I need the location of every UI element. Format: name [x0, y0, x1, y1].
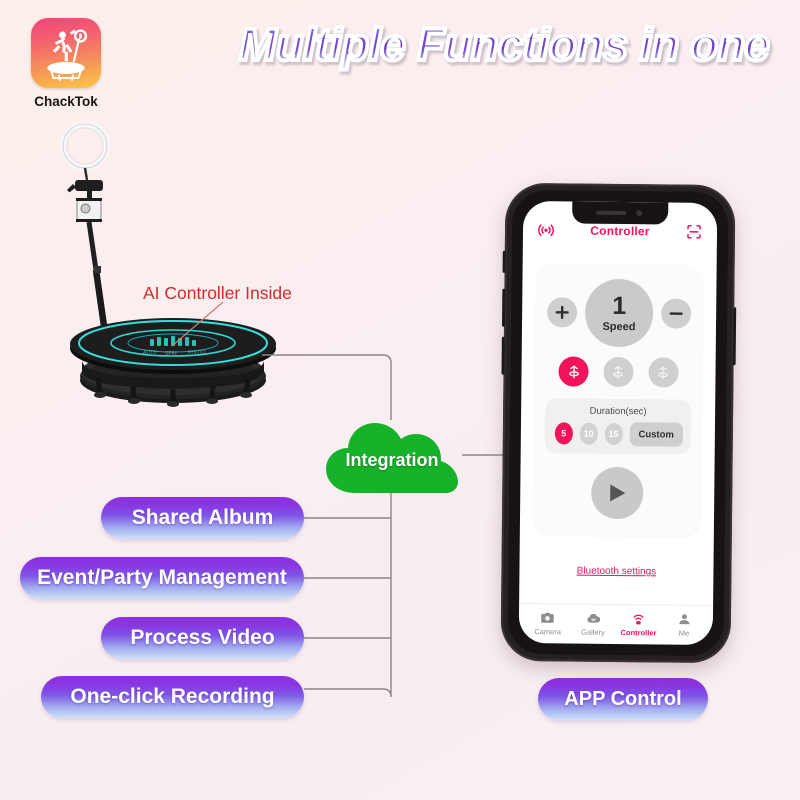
feature-pill-event-party-management[interactable]: Event/Party Management [20, 557, 304, 599]
controller-card: 1 Speed Duration(sec) 5 10 15 Custom [533, 264, 703, 536]
phone-bezel: Controller 1 Speed Duration(sec) 5 10 15… [507, 189, 729, 657]
front-camera-icon [636, 210, 643, 217]
app-control-pill[interactable]: APP Control [538, 678, 708, 720]
duration-panel: Duration(sec) 5 10 15 Custom [544, 398, 692, 455]
duration-options: 5 10 15 Custom [553, 421, 684, 447]
play-button[interactable] [590, 466, 644, 520]
tab-camera[interactable]: Camera [525, 610, 571, 636]
bluetooth-settings-link[interactable]: Bluetooth settings [519, 565, 713, 578]
phone-mockup: Controller 1 Speed Duration(sec) 5 10 15… [500, 182, 737, 664]
rotation-mode-3-button[interactable] [648, 357, 679, 388]
feature-pill-process-video[interactable]: Process Video [101, 617, 304, 659]
play-row [544, 466, 691, 520]
controller-signal-icon [633, 614, 644, 624]
speed-dial[interactable]: 1 Speed [584, 278, 654, 348]
speed-value: 1 [612, 291, 627, 320]
duration-option-10[interactable]: 10 [579, 422, 598, 445]
tab-me[interactable]: Me [661, 611, 707, 637]
tab-controller-label: Controller [620, 627, 657, 637]
tab-controller[interactable]: Controller [616, 610, 662, 637]
rotation-mode-1-button[interactable] [558, 356, 590, 387]
tab-gallery-label: Gallery [581, 627, 605, 637]
integration-label: Integration [345, 449, 439, 470]
phone-mute-switch [502, 250, 506, 273]
phone-power-button [732, 307, 737, 366]
phone-volume-up-button [502, 288, 506, 327]
feature-pill-shared-album[interactable]: Shared Album [101, 497, 304, 539]
tab-camera-label: Camera [534, 626, 561, 636]
speed-increase-button[interactable] [546, 297, 578, 328]
broadcast-signal-icon[interactable] [537, 221, 555, 239]
rotation-mode-row [545, 356, 691, 388]
person-icon [679, 613, 690, 624]
tab-me-label: Me [678, 628, 690, 638]
phone-volume-down-button [501, 336, 505, 375]
duration-option-custom[interactable]: Custom [629, 422, 684, 447]
speed-decrease-button[interactable] [660, 298, 692, 329]
duration-option-5[interactable]: 5 [554, 422, 573, 445]
scan-frame-icon[interactable] [685, 223, 703, 241]
app-screen-title: Controller [590, 223, 650, 239]
duration-option-15[interactable]: 15 [604, 422, 623, 446]
rotation-mode-2-button[interactable] [603, 356, 634, 388]
cloud-gallery-icon [587, 613, 600, 623]
feature-pill-one-click-recording[interactable]: One-click Recording [41, 676, 304, 718]
speed-caption: Speed [602, 320, 636, 333]
speed-control-row: 1 Speed [546, 278, 693, 348]
phone-notch [572, 201, 669, 225]
phone-screen: Controller 1 Speed Duration(sec) 5 10 15… [518, 200, 718, 646]
poster-canvas: Multiple Functions in one ChackTok AUTO … [0, 0, 800, 800]
bottom-tab-bar: Camera Gallery Controller Me [518, 602, 714, 646]
duration-title: Duration(sec) [589, 405, 647, 418]
camera-icon [541, 612, 554, 623]
integration-cloud: Integration [322, 411, 462, 499]
tab-gallery[interactable]: Gallery [570, 610, 616, 636]
earpiece-speaker-icon [596, 210, 627, 216]
